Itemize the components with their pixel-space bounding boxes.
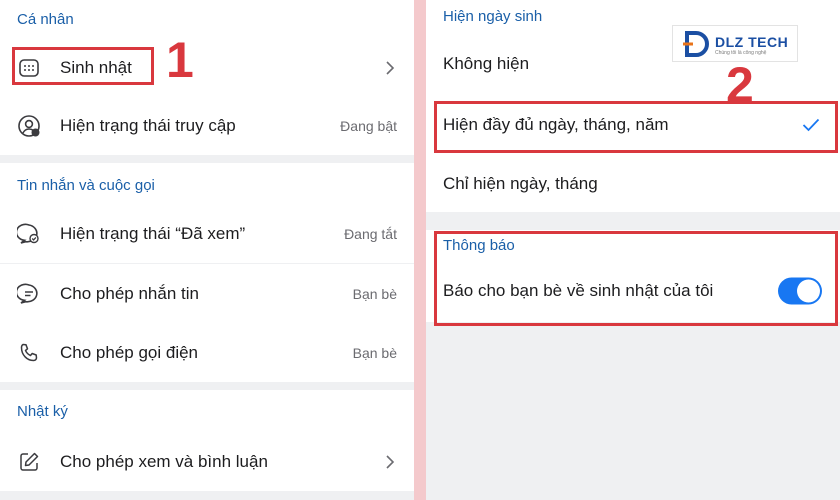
seen-status-label: Hiện trạng thái “Đã xem” (60, 223, 246, 243)
logo-tagline: Chúng tôi là công nghệ (715, 50, 767, 56)
access-status-row[interactable]: Hiện trạng thái truy cập Đang bật (0, 97, 414, 155)
section-header-messages: Tin nhắn và cuộc gọi (0, 163, 414, 208)
seen-status-row[interactable]: Hiện trạng thái “Đã xem” Đang tắt (0, 204, 414, 263)
allow-messages-row[interactable]: Cho phép nhắn tin Bạn bè (0, 264, 414, 323)
view-comment-row[interactable]: Cho phép xem và bình luận (0, 432, 414, 491)
user-status-icon (17, 114, 41, 138)
chevron-right-icon (386, 454, 395, 469)
allow-calls-label: Cho phép gọi điện (60, 342, 199, 362)
option-label: Không hiện (443, 54, 530, 73)
step-number-2: 2 (726, 57, 754, 113)
phone-icon (17, 341, 41, 365)
highlight-full-date (434, 101, 838, 153)
dlz-tech-logo: DLZ TECH Chúng tôi là công nghệ (672, 25, 798, 62)
logo-brand: DLZ TECH (715, 34, 789, 50)
privacy-settings-panel: Cá nhân Sinh nhật Hiện trạng thái truy c… (0, 0, 414, 500)
message-icon (17, 282, 41, 306)
allow-calls-row[interactable]: Cho phép gọi điện Bạn bè (0, 323, 414, 382)
allow-messages-label: Cho phép nhắn tin (60, 283, 199, 303)
allow-calls-value: Bạn bè (352, 344, 397, 361)
step-number-1: 1 (166, 32, 194, 88)
birthday-settings-panel: Hiện ngày sinh Không hiện Hiện đầy đủ ng… (426, 0, 840, 500)
access-status-value: Đang bật (340, 118, 397, 134)
seen-chat-icon (17, 222, 41, 246)
allow-messages-value: Bạn bè (352, 285, 397, 302)
section-header-diary: Nhật ký (0, 390, 414, 432)
section-header-personal: Cá nhân (0, 0, 414, 38)
option-day-month[interactable]: Chỉ hiện ngày, tháng (426, 155, 840, 212)
access-status-label: Hiện trạng thái truy cập (60, 116, 236, 135)
option-label: Chỉ hiện ngày, tháng (443, 173, 598, 193)
view-comment-label: Cho phép xem và bình luận (60, 451, 268, 471)
highlight-birthday (12, 47, 154, 85)
edit-icon (17, 450, 41, 474)
chevron-right-icon (386, 60, 395, 75)
dlz-logo-mark-icon (683, 31, 709, 57)
seen-status-value: Đang tắt (344, 225, 397, 242)
highlight-notifications (434, 231, 838, 326)
